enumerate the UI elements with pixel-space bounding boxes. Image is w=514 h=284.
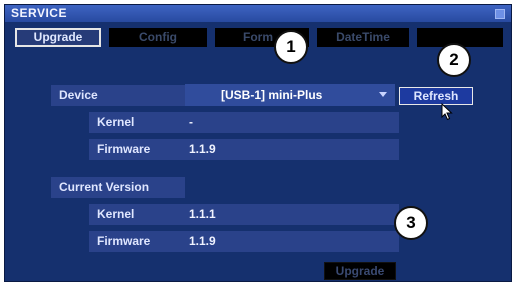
device-select[interactable]: [USB-1] mini-Plus: [185, 84, 395, 106]
callout-1: 1: [274, 30, 308, 64]
refresh-button[interactable]: Refresh: [399, 87, 473, 105]
device-firmware-value: 1.1.9: [185, 139, 399, 160]
callout-3: 3: [394, 206, 428, 240]
device-label: Device: [51, 85, 185, 106]
current-kernel-label: Kernel: [89, 204, 185, 225]
device-firmware-label: Firmware: [89, 139, 185, 160]
device-kernel-value: -: [185, 112, 399, 133]
tab-upgrade[interactable]: Upgrade: [15, 28, 101, 47]
device-kernel-label: Kernel: [89, 112, 185, 133]
callout-2: 2: [437, 43, 471, 77]
tab-datetime[interactable]: DateTime: [317, 28, 409, 47]
service-window: SERVICE Upgrade Config Form DateTime Dev…: [4, 4, 512, 282]
device-select-value: [USB-1] mini-Plus: [221, 88, 323, 102]
chevron-down-icon[interactable]: [379, 92, 387, 97]
upgrade-button[interactable]: Upgrade: [324, 262, 396, 280]
title-bar: SERVICE: [5, 5, 511, 22]
tab-config[interactable]: Config: [109, 28, 207, 47]
mouse-cursor-icon: [441, 103, 453, 121]
current-version-label: Current Version: [51, 177, 185, 198]
window-title: SERVICE: [11, 6, 67, 20]
close-icon[interactable]: [495, 9, 505, 19]
current-firmware-value: 1.1.9: [185, 231, 399, 252]
current-firmware-label: Firmware: [89, 231, 185, 252]
current-kernel-value: 1.1.1: [185, 204, 399, 225]
